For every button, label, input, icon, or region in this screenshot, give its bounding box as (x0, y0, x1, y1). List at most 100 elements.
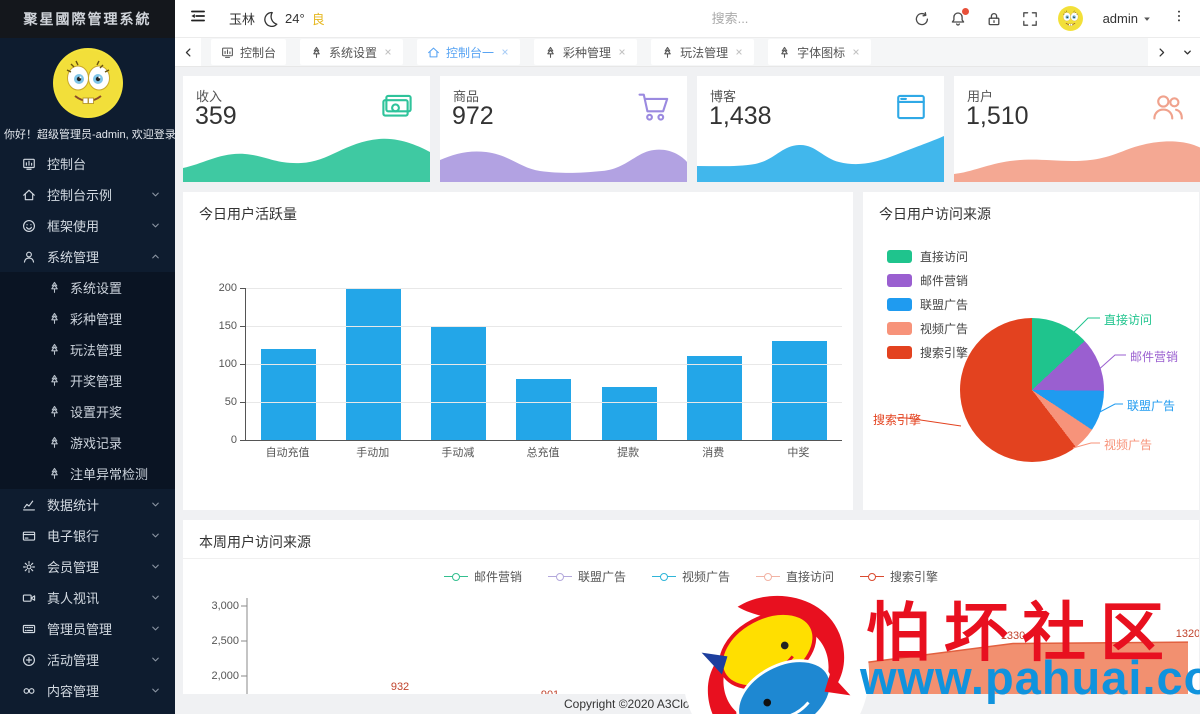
sidebar-item[interactable]: 活动管理 (0, 644, 175, 675)
close-icon[interactable] (851, 47, 861, 57)
more-options-icon[interactable] (1172, 9, 1186, 28)
temperature-label: 24° (285, 11, 305, 26)
sidebar-subitem[interactable]: 系统设置 (0, 272, 175, 303)
legend-label: 视频广告 (920, 320, 968, 337)
bar-x-axis-labels: 自动充值手动加手动减总充值提款消费中奖 (245, 444, 841, 460)
tab-控制台一[interactable]: 控制台一 (417, 39, 520, 65)
sidebar-item-label: 内容管理 (47, 681, 150, 700)
data-point-label: 1290 (838, 651, 862, 663)
fullscreen-icon[interactable] (1022, 11, 1038, 27)
close-icon[interactable] (734, 47, 744, 57)
tabs-scroll-right[interactable] (1148, 38, 1174, 66)
sidebar-menu: 控制台控制台示例框架使用系统管理系统设置彩种管理玩法管理开奖管理设置开奖游戏记录… (0, 148, 175, 706)
sidebar-item[interactable]: 真人视讯 (0, 582, 175, 613)
stat-card-商品: 商品972 (440, 76, 687, 182)
tree-icon (48, 405, 61, 418)
tab-控制台[interactable]: 控制台 (211, 39, 286, 65)
pie-slice-label: 搜索引擎 (873, 411, 921, 428)
legend-label: 直接访问 (920, 248, 968, 265)
legend-item-联盟广告[interactable]: 联盟广告 (887, 292, 968, 316)
sidebar-item[interactable]: 框架使用 (0, 210, 175, 241)
video-icon (22, 591, 36, 605)
stat-card-博客: 博客1,438 (697, 76, 944, 182)
sidebar-item[interactable]: 控制台示例 (0, 179, 175, 210)
sidebar-subitem[interactable]: 注单异常检测 (0, 458, 175, 489)
legend-item-视频广告[interactable]: 视频广告 (887, 316, 968, 340)
sidebar-item[interactable]: 管理员管理 (0, 613, 175, 644)
tabs-scroll-left[interactable] (175, 38, 201, 66)
legend-item-直接访问[interactable]: 直接访问 (887, 244, 968, 268)
close-icon[interactable] (500, 47, 510, 57)
sparkline-wave (183, 130, 430, 182)
sidebar-subitem-label: 注单异常检测 (70, 464, 148, 483)
topbar-avatar[interactable] (1058, 6, 1083, 31)
home-icon (427, 46, 440, 59)
legend-swatch (887, 298, 912, 311)
bar (431, 326, 486, 440)
browser-icon (894, 90, 928, 124)
plus-icon (22, 653, 36, 667)
chevron-down-icon (150, 220, 161, 231)
bar-x-label: 手动加 (330, 444, 415, 460)
sidebar-submenu: 系统设置彩种管理玩法管理开奖管理设置开奖游戏记录注单异常检测 (0, 272, 175, 489)
chevron-down-icon (150, 623, 161, 634)
grid-icon (22, 622, 36, 636)
tab-彩种管理[interactable]: 彩种管理 (534, 39, 637, 65)
legend-label: 邮件营销 (920, 272, 968, 289)
sidebar-item[interactable]: 内容管理 (0, 675, 175, 706)
legend-item-搜索引擎[interactable]: 搜索引擎 (887, 340, 968, 364)
sidebar-subitem[interactable]: 彩种管理 (0, 303, 175, 334)
sidebar-item-label: 会员管理 (47, 557, 150, 576)
legend-item-邮件营销[interactable]: 邮件营销 (887, 268, 968, 292)
sidebar-item[interactable]: 系统管理 (0, 241, 175, 272)
pie-slice-label: 直接访问 (1104, 311, 1152, 328)
sidebar-item[interactable]: 会员管理 (0, 551, 175, 582)
user-menu[interactable]: admin (1103, 11, 1152, 26)
dashboard-icon (221, 46, 234, 59)
home-icon (22, 188, 36, 202)
tab-label: 控制台一 (446, 44, 494, 61)
tree-icon (310, 46, 323, 59)
tab-label: 系统设置 (329, 44, 377, 61)
location-label: 玉林 (229, 9, 255, 28)
sidebar-subitem[interactable]: 游戏记录 (0, 427, 175, 458)
stat-value: 359 (195, 102, 237, 131)
search-input[interactable] (710, 10, 854, 27)
dashboard-icon (22, 157, 36, 171)
legend-swatch (887, 346, 912, 359)
close-icon[interactable] (617, 47, 627, 57)
notifications-bell-icon[interactable] (950, 11, 966, 27)
sidebar-subitem-label: 玩法管理 (70, 340, 122, 359)
legend-swatch (887, 250, 912, 263)
close-icon[interactable] (383, 47, 393, 57)
hamburger-menu-icon[interactable] (189, 7, 207, 30)
tabs-dropdown[interactable] (1174, 38, 1200, 66)
footer: Copyright ©2020 A3Cloud All Rights Reser… (175, 694, 1200, 714)
tree-icon (48, 343, 61, 356)
moon-icon (262, 11, 278, 27)
bank-icon (22, 529, 36, 543)
tab-系统设置[interactable]: 系统设置 (300, 39, 403, 65)
link-icon (22, 684, 36, 698)
legend-label: 搜索引擎 (920, 344, 968, 361)
sidebar-item[interactable]: 控制台 (0, 148, 175, 179)
user-avatar[interactable] (53, 48, 123, 118)
refresh-icon[interactable] (914, 11, 930, 27)
bar-y-tick: 50 (191, 396, 237, 408)
sidebar-item-label: 电子银行 (47, 526, 150, 545)
sidebar-subitem[interactable]: 玩法管理 (0, 334, 175, 365)
user-icon (22, 250, 36, 264)
bar (261, 349, 316, 440)
tab-字体图标[interactable]: 字体图标 (768, 39, 871, 65)
sidebar-subitem[interactable]: 设置开奖 (0, 396, 175, 427)
panel-title: 今日用户访问来源 (879, 204, 991, 224)
tab-玩法管理[interactable]: 玩法管理 (651, 39, 754, 65)
bar-x-label: 手动减 (415, 444, 500, 460)
sidebar-item[interactable]: 电子银行 (0, 520, 175, 551)
sidebar-subitem[interactable]: 开奖管理 (0, 365, 175, 396)
lock-screen-icon[interactable] (986, 11, 1002, 27)
welcome-text: 你好！超级管理员-admin, 欢迎登录 (0, 118, 175, 148)
sidebar-item-label: 数据统计 (47, 495, 150, 514)
stat-card-收入: 收入359 (183, 76, 430, 182)
sidebar-item[interactable]: 数据统计 (0, 489, 175, 520)
